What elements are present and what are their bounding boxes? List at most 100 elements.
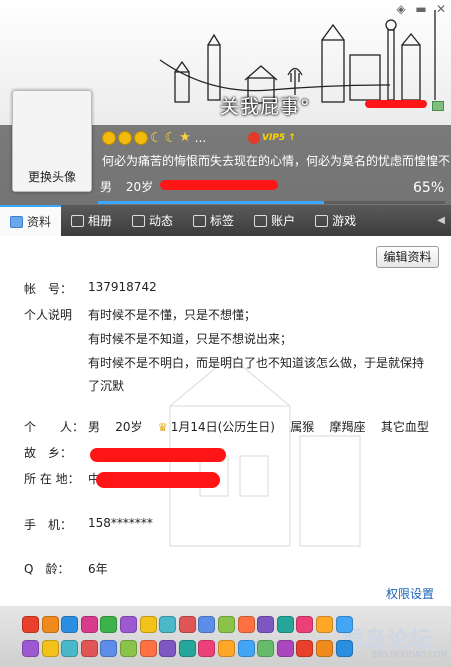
tab-label: 标签 [210, 214, 235, 228]
service-icon[interactable] [41, 616, 59, 633]
edit-profile-button[interactable]: 编辑资料 [376, 246, 439, 268]
close-button[interactable]: ✕ [432, 2, 450, 16]
avatar[interactable]: 更换头像 [12, 90, 92, 192]
redacted-mark [90, 448, 226, 462]
minimize-button[interactable]: ▬ [412, 2, 430, 16]
tab-label: 相册 [88, 214, 113, 228]
crown-icon: ♛ [157, 421, 168, 434]
service-icon[interactable] [159, 640, 177, 657]
game-icon [315, 214, 329, 227]
service-icon[interactable] [276, 640, 294, 657]
qage-label: Q 龄： [24, 562, 70, 576]
redacted-mark [96, 472, 220, 488]
completion-bar-fill [98, 201, 324, 204]
service-icon[interactable] [316, 640, 333, 657]
level-badges[interactable]: ☾ ☾ ★ ... [102, 130, 206, 146]
tab-label: 游戏 [332, 214, 357, 228]
completion-bar [98, 201, 445, 204]
service-icon[interactable] [316, 616, 333, 633]
star-level-icon: ★ [179, 130, 191, 145]
service-icon[interactable] [237, 640, 255, 657]
blood-type: 其它血型 [380, 420, 429, 434]
service-icon[interactable] [80, 640, 98, 657]
tab-label: 动态 [149, 214, 174, 228]
account-value[interactable]: 137918742 [88, 280, 157, 294]
service-icon[interactable] [120, 616, 137, 633]
service-icon[interactable] [61, 640, 79, 657]
tab-scroll-left-icon[interactable]: ◀ [437, 205, 451, 236]
service-icon[interactable] [218, 616, 235, 633]
service-icon[interactable] [159, 616, 177, 633]
tab-feed[interactable]: 动态 [122, 205, 183, 236]
sun-level-icon [102, 131, 116, 145]
status-icon[interactable] [432, 101, 444, 111]
zodiac: 属猴 [290, 420, 315, 434]
pin-icon[interactable]: ◈ [392, 2, 410, 16]
service-icon[interactable] [257, 640, 275, 657]
phone-label: 手 机： [24, 518, 73, 532]
service-icon[interactable] [198, 616, 216, 633]
description-label: 个人说明 [24, 308, 73, 322]
service-icon[interactable] [276, 616, 294, 633]
service-icon[interactable] [139, 616, 157, 633]
change-avatar-button[interactable]: 更换头像 [13, 168, 91, 185]
service-icon[interactable] [257, 616, 275, 633]
service-icon[interactable] [80, 616, 98, 633]
description-line: 了沉默 [88, 379, 125, 393]
service-icon[interactable] [100, 616, 118, 633]
wallet-icon [254, 214, 268, 227]
redacted-mark [160, 180, 278, 190]
hometown-label: 故 乡： [24, 446, 73, 460]
personal-age: 20岁 [115, 420, 143, 434]
service-icon[interactable] [61, 616, 79, 633]
service-icon[interactable] [139, 640, 157, 657]
faded-house-illustration [169, 355, 361, 547]
service-icon-bar: 猴岛论坛 BBS.HOUDAO.COM [0, 606, 451, 667]
description-line: 有时候不是不明白，而是明白了也不知道该怎么做，于是就保持 [88, 356, 425, 370]
photo-icon [71, 214, 85, 227]
service-icon[interactable] [22, 616, 39, 633]
service-icon[interactable] [296, 616, 314, 633]
basic-info: 男 20岁 [100, 178, 163, 195]
service-icon[interactable] [100, 640, 118, 657]
service-icon[interactable] [335, 640, 353, 657]
service-icon[interactable] [41, 640, 59, 657]
redacted-mark [365, 100, 427, 108]
service-icon[interactable] [178, 640, 196, 657]
tab-profile[interactable]: 资料 [0, 205, 62, 236]
description-line: 有时候不是不懂，只是不想懂； [88, 308, 257, 322]
feed-icon [132, 214, 146, 227]
service-icon[interactable] [237, 616, 255, 633]
service-icon[interactable] [335, 616, 353, 633]
tab-label: 资料 [27, 215, 52, 229]
service-icon[interactable] [178, 616, 196, 633]
description-line: 有时候不是不知道，只是不想说出来； [88, 332, 293, 346]
moon-level-icon: ☾ [150, 130, 163, 146]
profile-card-icon [10, 215, 23, 228]
personal-values: 男 20岁 ♛ 1月14日(公历生日) 属猴 摩羯座 其它血型 [88, 418, 429, 435]
sun-level-icon [118, 131, 132, 145]
penguin-icon [248, 132, 260, 144]
service-icon[interactable] [198, 640, 216, 657]
vip-label: VIP5 ↑ [262, 133, 296, 143]
tab-tags[interactable]: 标签 [183, 205, 244, 236]
tab-album[interactable]: 相册 [61, 205, 122, 236]
birthday: 1月14日(公历生日) [170, 420, 275, 434]
service-icon[interactable] [296, 640, 314, 657]
location-label: 所 在 地： [24, 472, 80, 486]
service-icon[interactable] [218, 640, 235, 657]
signature-text[interactable]: 何必为痛苦的悔恨而失去现在的心情，何必为莫名的忧虑而惶惶不 [102, 152, 451, 169]
watermark-url: BBS.HOUDAO.COM [372, 650, 448, 659]
service-icon[interactable] [22, 640, 39, 657]
vip-badge[interactable]: VIP5 ↑ [248, 132, 296, 144]
nickname: 关我屁事° [220, 96, 311, 118]
tab-account[interactable]: 账户 [244, 205, 305, 236]
profile-completion: 65% [413, 180, 445, 196]
sun-level-icon [134, 131, 148, 145]
more-badges: ... [194, 131, 207, 145]
service-icon[interactable] [120, 640, 137, 657]
tag-icon [193, 214, 207, 227]
personal-label: 个 人： [24, 420, 85, 434]
permission-settings-link[interactable]: 权限设置 [386, 585, 434, 602]
tab-games[interactable]: 游戏 [305, 205, 366, 236]
